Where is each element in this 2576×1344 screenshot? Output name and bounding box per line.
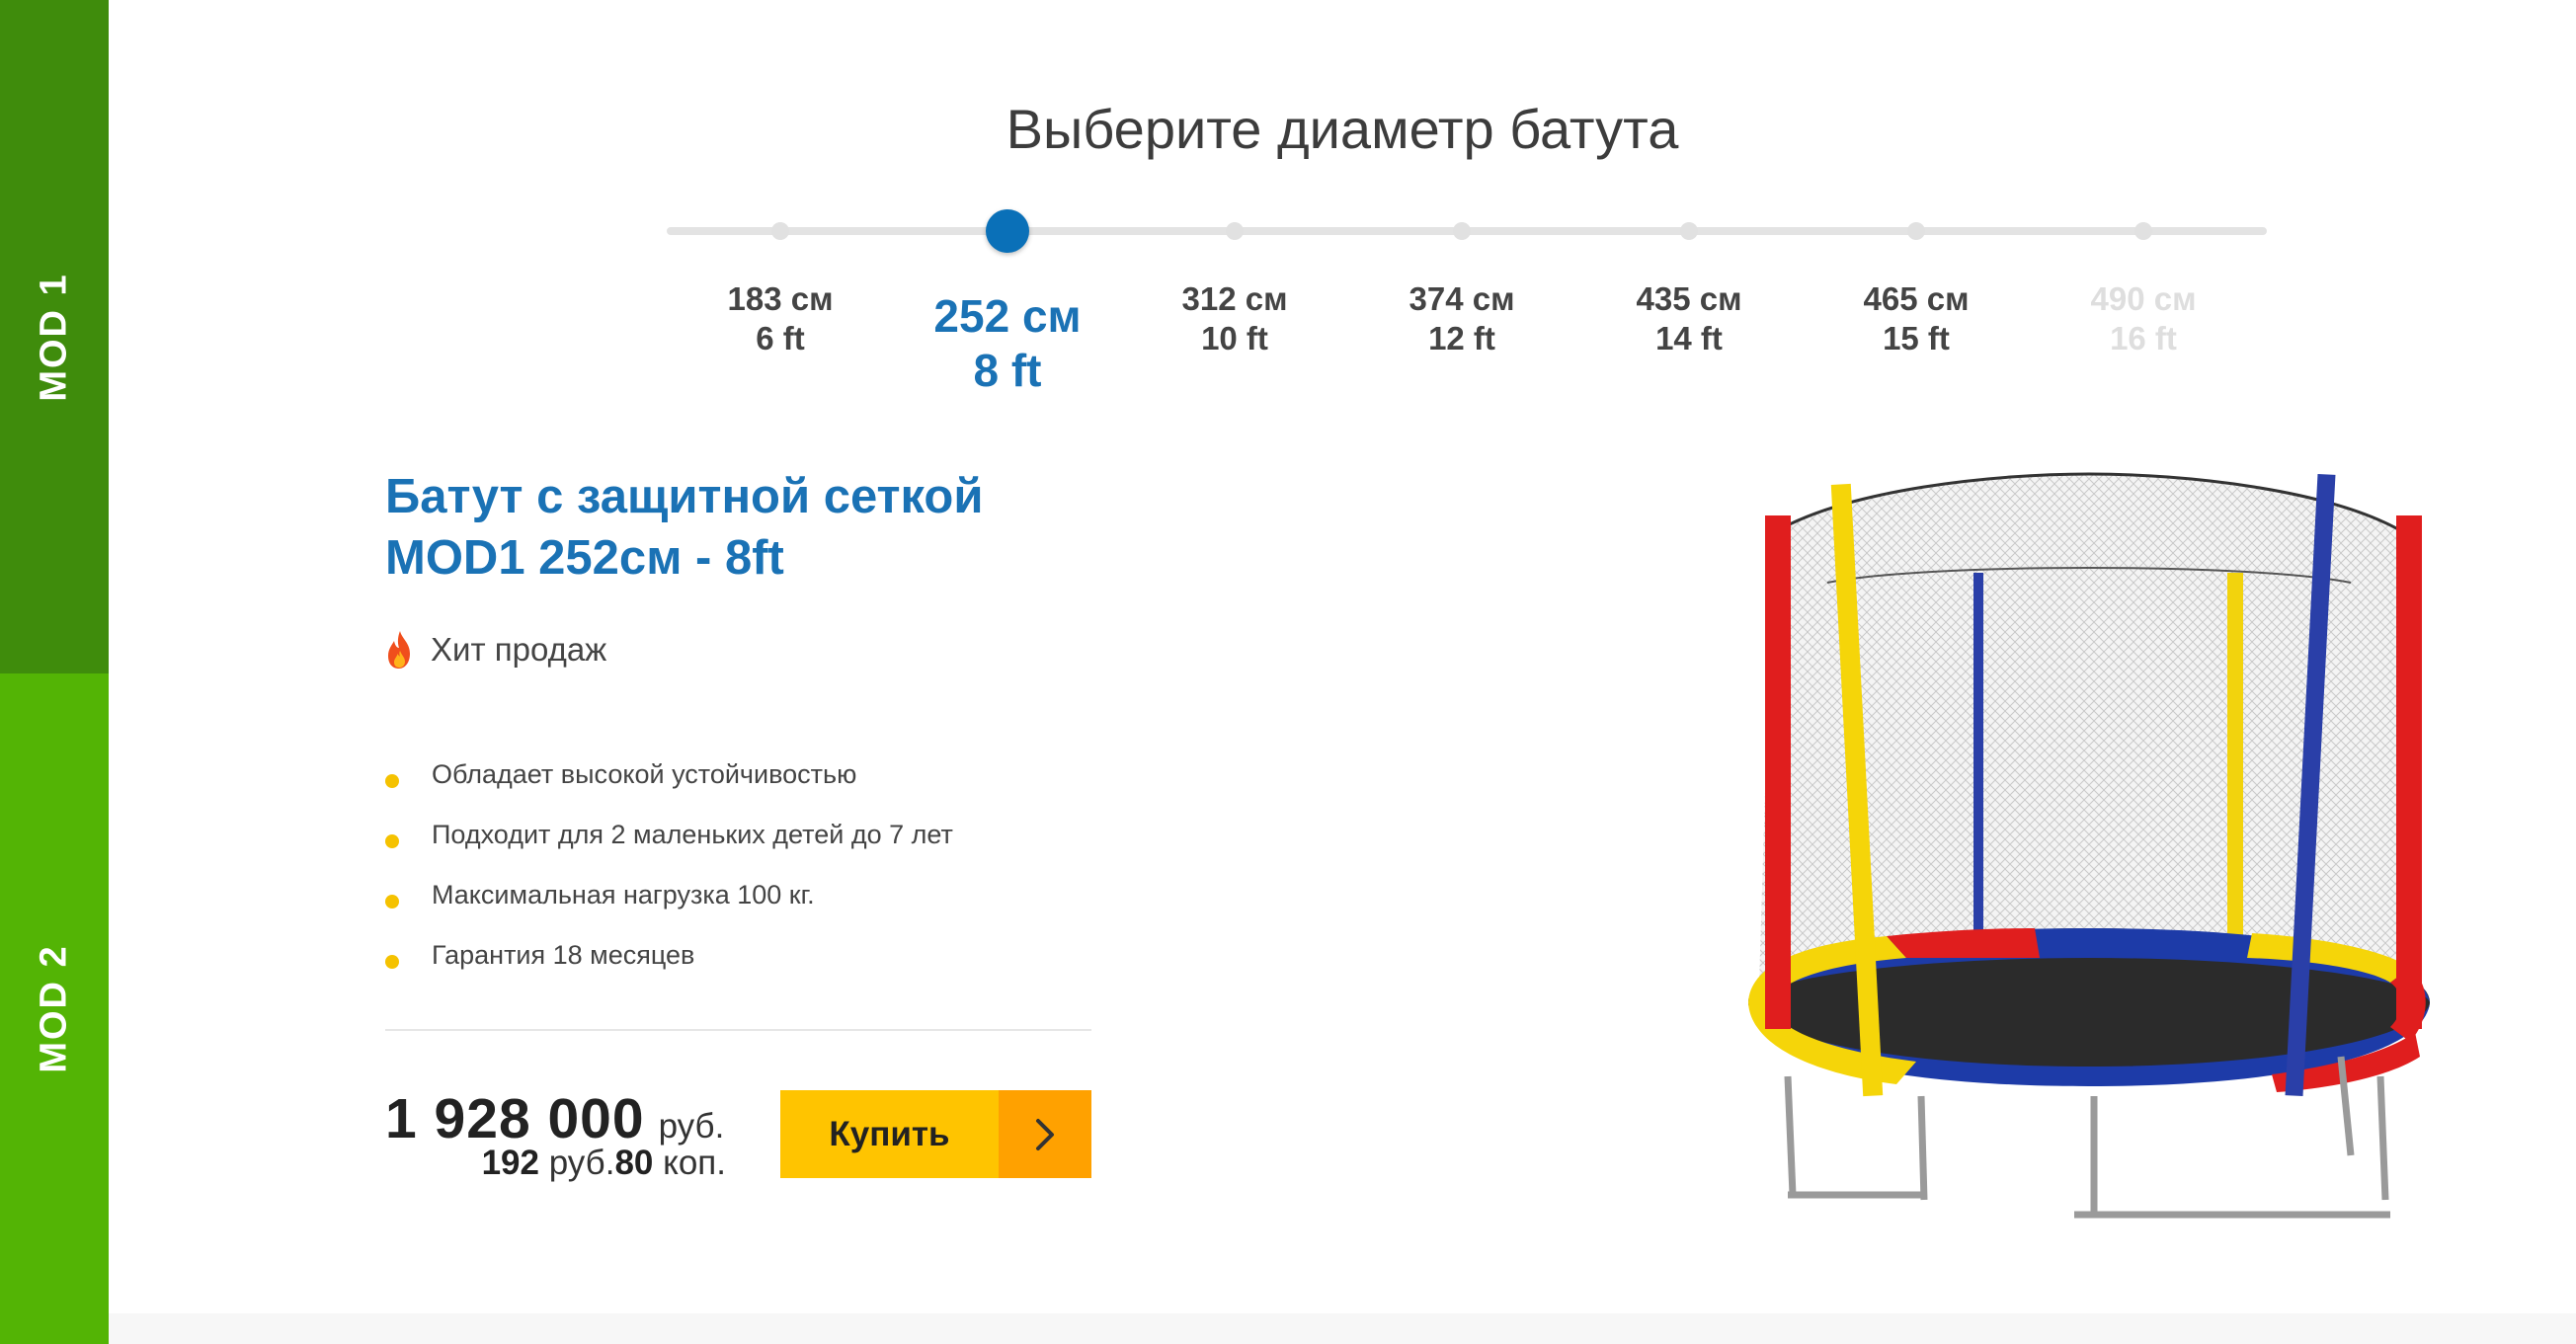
- chevron-right-icon: [999, 1090, 1091, 1178]
- size-option-label: 465 см 15 ft: [1808, 279, 2025, 358]
- size-ft: 10 ft: [1201, 320, 1268, 356]
- size-ft: 14 ft: [1655, 320, 1723, 356]
- size-ft: 6 ft: [756, 320, 805, 356]
- price-alt-rub: 192: [481, 1144, 539, 1182]
- feature-text: Подходит для 2 маленьких детей до 7 лет: [432, 820, 953, 849]
- size-option-label: 490 см 16 ft: [2035, 279, 2252, 358]
- size-ft: 12 ft: [1428, 320, 1495, 356]
- buy-button[interactable]: Купить: [780, 1090, 1091, 1178]
- price-main: 1 928 000 руб.: [385, 1086, 726, 1151]
- feature-text: Гарантия 18 месяцев: [432, 940, 695, 970]
- product-title-line-2: MOD1 252см - 8ft: [385, 531, 784, 585]
- price-alt-kop-label: коп.: [663, 1144, 726, 1182]
- price-block: 1 928 000 руб. 192 руб.80 коп.: [385, 1086, 726, 1183]
- price-alt-rub-label: руб.: [548, 1144, 615, 1182]
- bullet-dot: [385, 894, 399, 909]
- size-cm: 183 см: [727, 280, 834, 317]
- size-cm: 435 см: [1636, 280, 1742, 317]
- product-title-line-1: Батут с защитной сеткой: [385, 470, 984, 523]
- tab-mod-1-label: MOD 1: [33, 272, 75, 402]
- buy-button-label: Купить: [780, 1090, 999, 1178]
- feature-text: Максимальная нагрузка 100 кг.: [432, 880, 815, 909]
- tab-mod-1[interactable]: MOD 1: [0, 0, 109, 673]
- size-option-label: 435 см 14 ft: [1580, 279, 1798, 358]
- tab-mod-2-label: MOD 2: [33, 944, 75, 1073]
- bullet-dot: [385, 833, 399, 848]
- page: MOD 1 MOD 2 Выберите диаметр батута 183 …: [0, 0, 2576, 1344]
- feature-list: Обладает высокой устойчивостью Подходит …: [385, 745, 953, 986]
- size-cm: 312 см: [1181, 280, 1288, 317]
- price-alt-kop: 80: [614, 1144, 654, 1182]
- slider-dot[interactable]: [1226, 222, 1244, 240]
- list-item: Максимальная нагрузка 100 кг.: [385, 865, 953, 925]
- tab-mod-2[interactable]: MOD 2: [0, 673, 109, 1344]
- slider-knob[interactable]: [986, 209, 1029, 253]
- list-item: Обладает высокой устойчивостью: [385, 745, 953, 805]
- size-cm: 252 см: [933, 290, 1082, 342]
- list-item: Подходит для 2 маленьких детей до 7 лет: [385, 805, 953, 865]
- size-ft: 16 ft: [2110, 320, 2177, 356]
- divider: [385, 1029, 1091, 1031]
- feature-text: Обладает высокой устойчивостью: [432, 759, 857, 789]
- size-cm: 465 см: [1863, 280, 1970, 317]
- bestseller-badge: Хит продаж: [385, 628, 606, 672]
- size-cm: 490 см: [2090, 280, 2197, 317]
- bestseller-text: Хит продаж: [431, 631, 607, 668]
- slider-dot[interactable]: [771, 222, 789, 240]
- size-option-label: 374 см 12 ft: [1353, 279, 1570, 358]
- bullet-dot: [385, 954, 399, 969]
- product-image: [1748, 472, 2430, 1219]
- fire-icon: [388, 631, 410, 669]
- slider-dot[interactable]: [1453, 222, 1471, 240]
- size-option-label: 312 см 10 ft: [1126, 279, 1343, 358]
- slider-dot[interactable]: [1907, 222, 1925, 240]
- price-amount: 1 928 000: [385, 1087, 645, 1150]
- list-item: Гарантия 18 месяцев: [385, 925, 953, 986]
- size-cm: 374 см: [1409, 280, 1515, 317]
- section-footer-shadow: [109, 1313, 2576, 1344]
- size-ft: 8 ft: [973, 345, 1042, 396]
- page-title: Выберите диаметр батута: [1006, 98, 1679, 160]
- slider-dot: [2134, 222, 2152, 240]
- slider-dot[interactable]: [1680, 222, 1698, 240]
- bullet-dot: [385, 773, 399, 788]
- size-option-label: 252 см 8 ft: [899, 289, 1116, 398]
- product-title: Батут с защитной сеткой MOD1 252см - 8ft: [385, 466, 1175, 589]
- size-option-label: 183 см 6 ft: [672, 279, 889, 358]
- size-ft: 15 ft: [1883, 320, 1950, 356]
- price-currency: руб.: [658, 1107, 725, 1146]
